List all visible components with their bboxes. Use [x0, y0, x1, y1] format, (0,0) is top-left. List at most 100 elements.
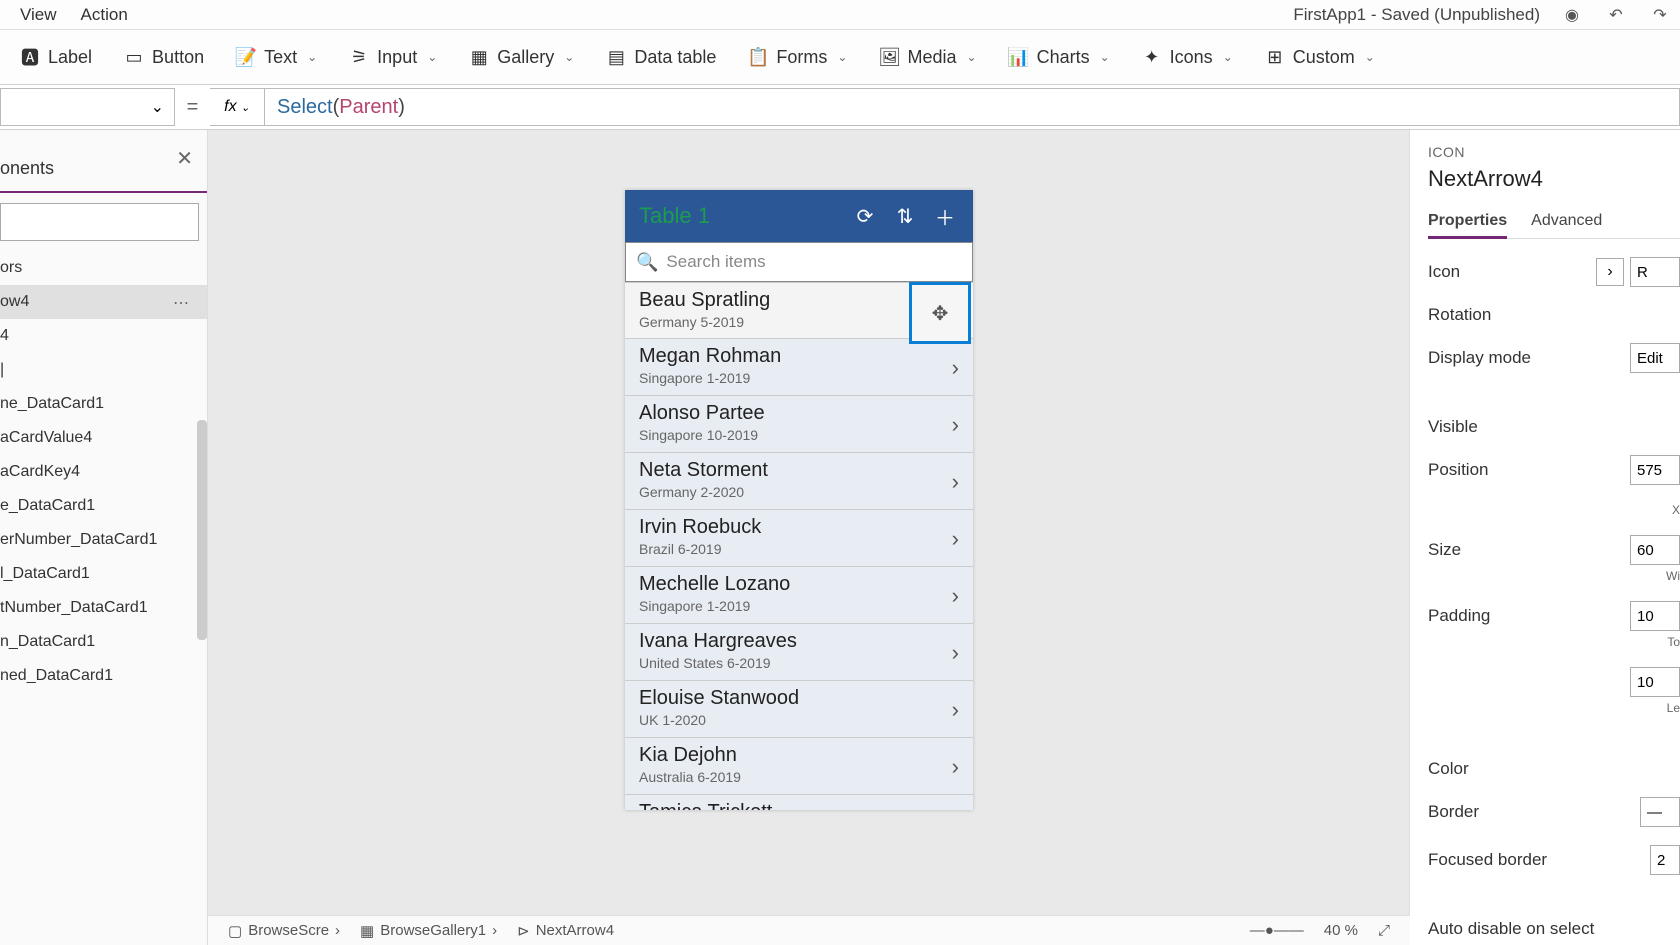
chevron-down-icon: ⌄	[1365, 50, 1375, 64]
breadcrumb-bar: ▢ BrowseScre › ▦ BrowseGallery1 › ⊳ Next…	[208, 915, 1410, 945]
prop-padding-left-value[interactable]: 10	[1630, 667, 1680, 697]
tree-item[interactable]: ors	[0, 251, 207, 285]
gallery-row[interactable]: Ivana HargreavesUnited States 6-2019›	[625, 624, 973, 681]
chevron-right-icon[interactable]: ›	[952, 697, 959, 723]
icon-picker[interactable]: ›	[1596, 258, 1624, 286]
tree-item[interactable]: ne_DataCard1	[0, 387, 207, 421]
ribbon-button[interactable]: ▭Button	[110, 41, 218, 74]
fit-icon[interactable]: ⤢	[1378, 922, 1390, 939]
prop-padding-top-sublabel: To	[1660, 635, 1680, 649]
breadcrumb-gallery[interactable]: ▦ BrowseGallery1 ›	[360, 922, 497, 940]
undo-icon[interactable]: ↶	[1604, 3, 1628, 27]
tree-item[interactable]: erNumber_DataCard1	[0, 523, 207, 557]
gallery-row[interactable]: Neta StormentGermany 2-2020›	[625, 453, 973, 510]
ribbon-custom[interactable]: ⊞Custom⌄	[1251, 41, 1389, 74]
prop-size-value[interactable]: 60	[1630, 535, 1680, 565]
tree-item[interactable]: |	[0, 353, 207, 387]
tree-item[interactable]: ow4⋯	[0, 285, 207, 319]
chevron-right-icon[interactable]: ›	[952, 526, 959, 552]
menu-view[interactable]: View	[8, 1, 69, 29]
prop-position-value[interactable]: 575	[1630, 455, 1680, 485]
gallery-row[interactable]: Mechelle LozanoSingapore 1-2019›	[625, 567, 973, 624]
tree-item[interactable]: ned_DataCard1	[0, 659, 207, 693]
app-checker-icon[interactable]: ◉	[1560, 3, 1584, 27]
sort-icon[interactable]: ⇅	[891, 204, 919, 229]
ribbon-charts[interactable]: 📊Charts⌄	[995, 41, 1124, 74]
chevron-down-icon: ⌄	[1223, 50, 1233, 64]
tab-advanced[interactable]: Advanced	[1531, 206, 1602, 238]
gallery-row[interactable]: Elouise StanwoodUK 1-2020›	[625, 681, 973, 738]
tree-item[interactable]: n_DataCard1	[0, 625, 207, 659]
menu-action[interactable]: Action	[69, 1, 140, 29]
row-title: Megan Rohman	[639, 345, 959, 368]
prop-displaymode-value[interactable]: Edit	[1630, 343, 1680, 373]
row-title: Irvin Roebuck	[639, 516, 959, 539]
ribbon-media[interactable]: 🖼Media⌄	[865, 41, 990, 74]
selected-nextarrow-control[interactable]: ✥	[909, 282, 971, 344]
ribbon-datatable[interactable]: ▤Data table	[592, 41, 730, 74]
tree-item[interactable]: aCardKey4	[0, 455, 207, 489]
gallery-row[interactable]: Tamica Trickett›	[625, 795, 973, 810]
zoom-slider[interactable]: —●——	[1250, 922, 1304, 939]
breadcrumb-control[interactable]: ⊳ NextArrow4	[517, 922, 614, 940]
formula-input[interactable]: Select(Parent)	[265, 88, 1680, 126]
tree-item[interactable]: aCardValue4	[0, 421, 207, 455]
tree-view-panel: ✕ onents orsow4⋯4|ne_DataCard1aCardValue…	[0, 130, 208, 945]
fx-button[interactable]: fx⌄	[210, 88, 265, 126]
datatable-icon: ▤	[606, 47, 626, 67]
redo-icon[interactable]: ↷	[1648, 3, 1672, 27]
scrollbar[interactable]	[197, 420, 207, 640]
prop-icon-value[interactable]: R	[1630, 257, 1680, 287]
ribbon-forms[interactable]: 📋Forms⌄	[734, 41, 861, 74]
tree-search-input[interactable]	[0, 203, 199, 241]
prop-visible-label: Visible	[1428, 417, 1680, 437]
tree-item[interactable]: 4	[0, 319, 207, 353]
gallery-row[interactable]: Kia DejohnAustralia 6-2019›	[625, 738, 973, 795]
prop-padding-top-value[interactable]: 10	[1630, 601, 1680, 631]
prop-border-value[interactable]: —	[1640, 797, 1680, 827]
chevron-right-icon[interactable]: ›	[952, 355, 959, 381]
row-title: Ivana Hargreaves	[639, 630, 959, 653]
chevron-right-icon[interactable]: ›	[952, 640, 959, 666]
ribbon-input[interactable]: ⚞Input⌄	[335, 41, 451, 74]
chevron-right-icon[interactable]: ›	[952, 583, 959, 609]
prop-focusedborder-value[interactable]: 2	[1650, 845, 1680, 875]
chevron-down-icon: ⌄	[307, 50, 317, 64]
tab-properties[interactable]: Properties	[1428, 206, 1507, 239]
property-dropdown[interactable]: ⌄	[0, 88, 175, 126]
add-icon[interactable]: ＋	[931, 202, 959, 231]
gallery-row[interactable]: Megan RohmanSingapore 1-2019›	[625, 339, 973, 396]
chevron-right-icon[interactable]: ›	[952, 754, 959, 780]
text-icon: 📝	[236, 47, 256, 67]
close-icon[interactable]: ✕	[176, 146, 193, 171]
custom-icon: ⊞	[1265, 47, 1285, 67]
ribbon-icons[interactable]: ✦Icons⌄	[1128, 41, 1247, 74]
top-menu-bar: View Action FirstApp1 - Saved (Unpublish…	[0, 0, 1680, 30]
prop-displaymode-label: Display mode	[1428, 348, 1630, 368]
tree-item[interactable]: l_DataCard1	[0, 557, 207, 591]
label-icon: 🅰	[20, 47, 40, 67]
search-box[interactable]: 🔍 Search items	[625, 242, 973, 282]
refresh-icon[interactable]: ⟳	[851, 204, 879, 229]
prop-autodisable-label: Auto disable on select	[1428, 919, 1680, 939]
app-title: FirstApp1 - Saved (Unpublished)	[1293, 5, 1540, 25]
row-subtitle: Brazil 6-2019	[639, 541, 959, 557]
canvas[interactable]: Table 1 ⟳ ⇅ ＋ 🔍 Search items Beau Spratl…	[208, 130, 1410, 945]
breadcrumb-screen[interactable]: ▢ BrowseScre ›	[228, 922, 340, 940]
chevron-right-icon[interactable]: ›	[952, 412, 959, 438]
control-name: NextArrow4	[1428, 166, 1680, 192]
app-header-title: Table 1	[639, 203, 839, 229]
more-icon[interactable]: ⋯	[173, 293, 191, 313]
gallery-row[interactable]: Irvin Roebuck Brazil 6-2019›	[625, 510, 973, 567]
tree-item[interactable]: tNumber_DataCard1	[0, 591, 207, 625]
ribbon-gallery[interactable]: ▦Gallery⌄	[455, 41, 588, 74]
ribbon-label[interactable]: 🅰Label	[6, 41, 106, 74]
ribbon-text[interactable]: 📝Text⌄	[222, 41, 331, 74]
chevron-down-icon: ⌄	[1100, 50, 1110, 64]
chevron-down-icon: ⌄	[241, 101, 250, 114]
icons-icon: ✦	[1142, 47, 1162, 67]
gallery-row[interactable]: Alonso ParteeSingapore 10-2019›	[625, 396, 973, 453]
chevron-right-icon[interactable]: ›	[952, 469, 959, 495]
tree-item[interactable]: e_DataCard1	[0, 489, 207, 523]
input-icon: ⚞	[349, 47, 369, 67]
